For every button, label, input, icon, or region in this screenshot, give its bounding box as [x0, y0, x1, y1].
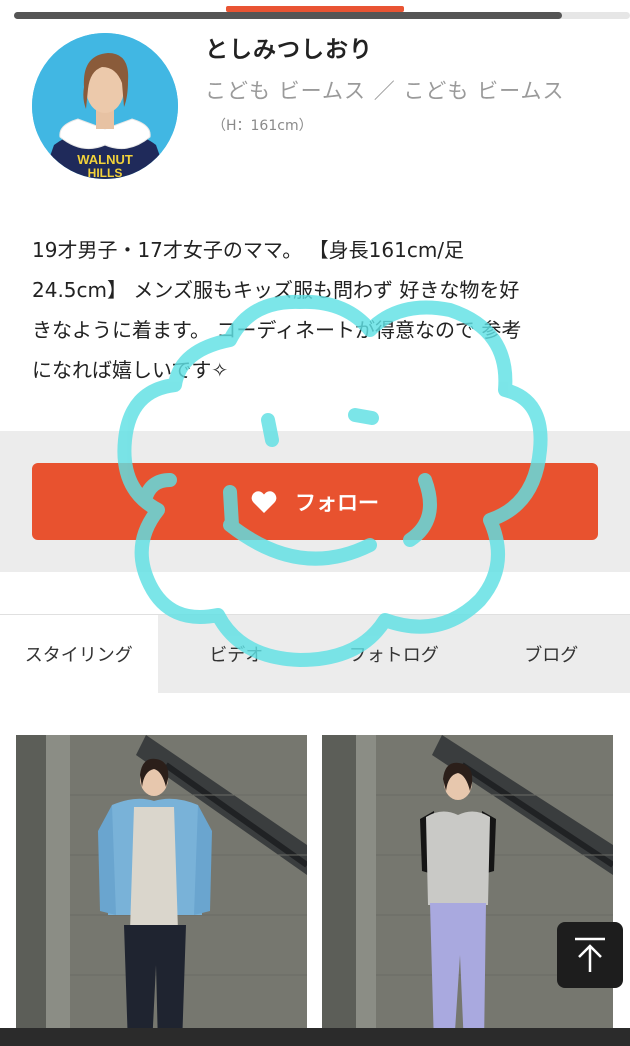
progress-accent-indicator — [226, 6, 404, 12]
tab-styling[interactable]: スタイリング — [0, 615, 158, 693]
styling-photo-2[interactable] — [322, 735, 613, 1046]
heart-icon — [251, 490, 277, 513]
tab-video[interactable]: ビデオ — [158, 615, 316, 693]
avatar-shirt-text-2: HILLS — [88, 166, 123, 179]
profile-name: としみつしおり — [205, 37, 373, 63]
bio-line: 19才男子・17才女子のママ。 【身長161cm/足 — [32, 238, 465, 262]
bio-line: きなように着ます。 コーディネートが得意なので 参考 — [32, 318, 522, 342]
follow-button[interactable]: フォロー — [32, 463, 598, 540]
tab-blog[interactable]: ブログ — [473, 615, 630, 693]
follow-button-label: フォロー — [295, 490, 379, 515]
avatar-photo: WALNUT HILLS — [32, 33, 178, 179]
page-progress-bar — [14, 12, 630, 19]
bio-line: になれば嬉しいです✧ — [32, 358, 229, 382]
profile-height: （H：161cm） — [212, 118, 313, 134]
bio-line: 24.5cm】 メンズ服もキッズ服も問わず 好きな物を好 — [32, 278, 520, 302]
avatar-shirt-text-1: WALNUT — [77, 152, 133, 167]
content-tabs: スタイリング ビデオ フォトログ ブログ — [0, 614, 630, 693]
page-progress-fill — [14, 12, 563, 19]
profile-bio: 19才男子・17才女子のママ。 【身長161cm/足 24.5cm】 メンズ服も… — [32, 230, 592, 390]
styling-photo-image — [322, 735, 613, 1046]
scroll-to-top-button[interactable] — [557, 922, 623, 988]
avatar[interactable]: WALNUT HILLS — [32, 33, 178, 179]
styling-photo-1[interactable] — [16, 735, 307, 1046]
bottom-navigation-bar — [0, 1028, 630, 1046]
tab-photolog[interactable]: フォトログ — [315, 615, 473, 693]
styling-photo-image — [16, 735, 307, 1046]
profile-shop[interactable]: こども ビームス ／ こども ビームス — [205, 75, 564, 105]
arrow-up-to-top-icon — [575, 937, 605, 972]
